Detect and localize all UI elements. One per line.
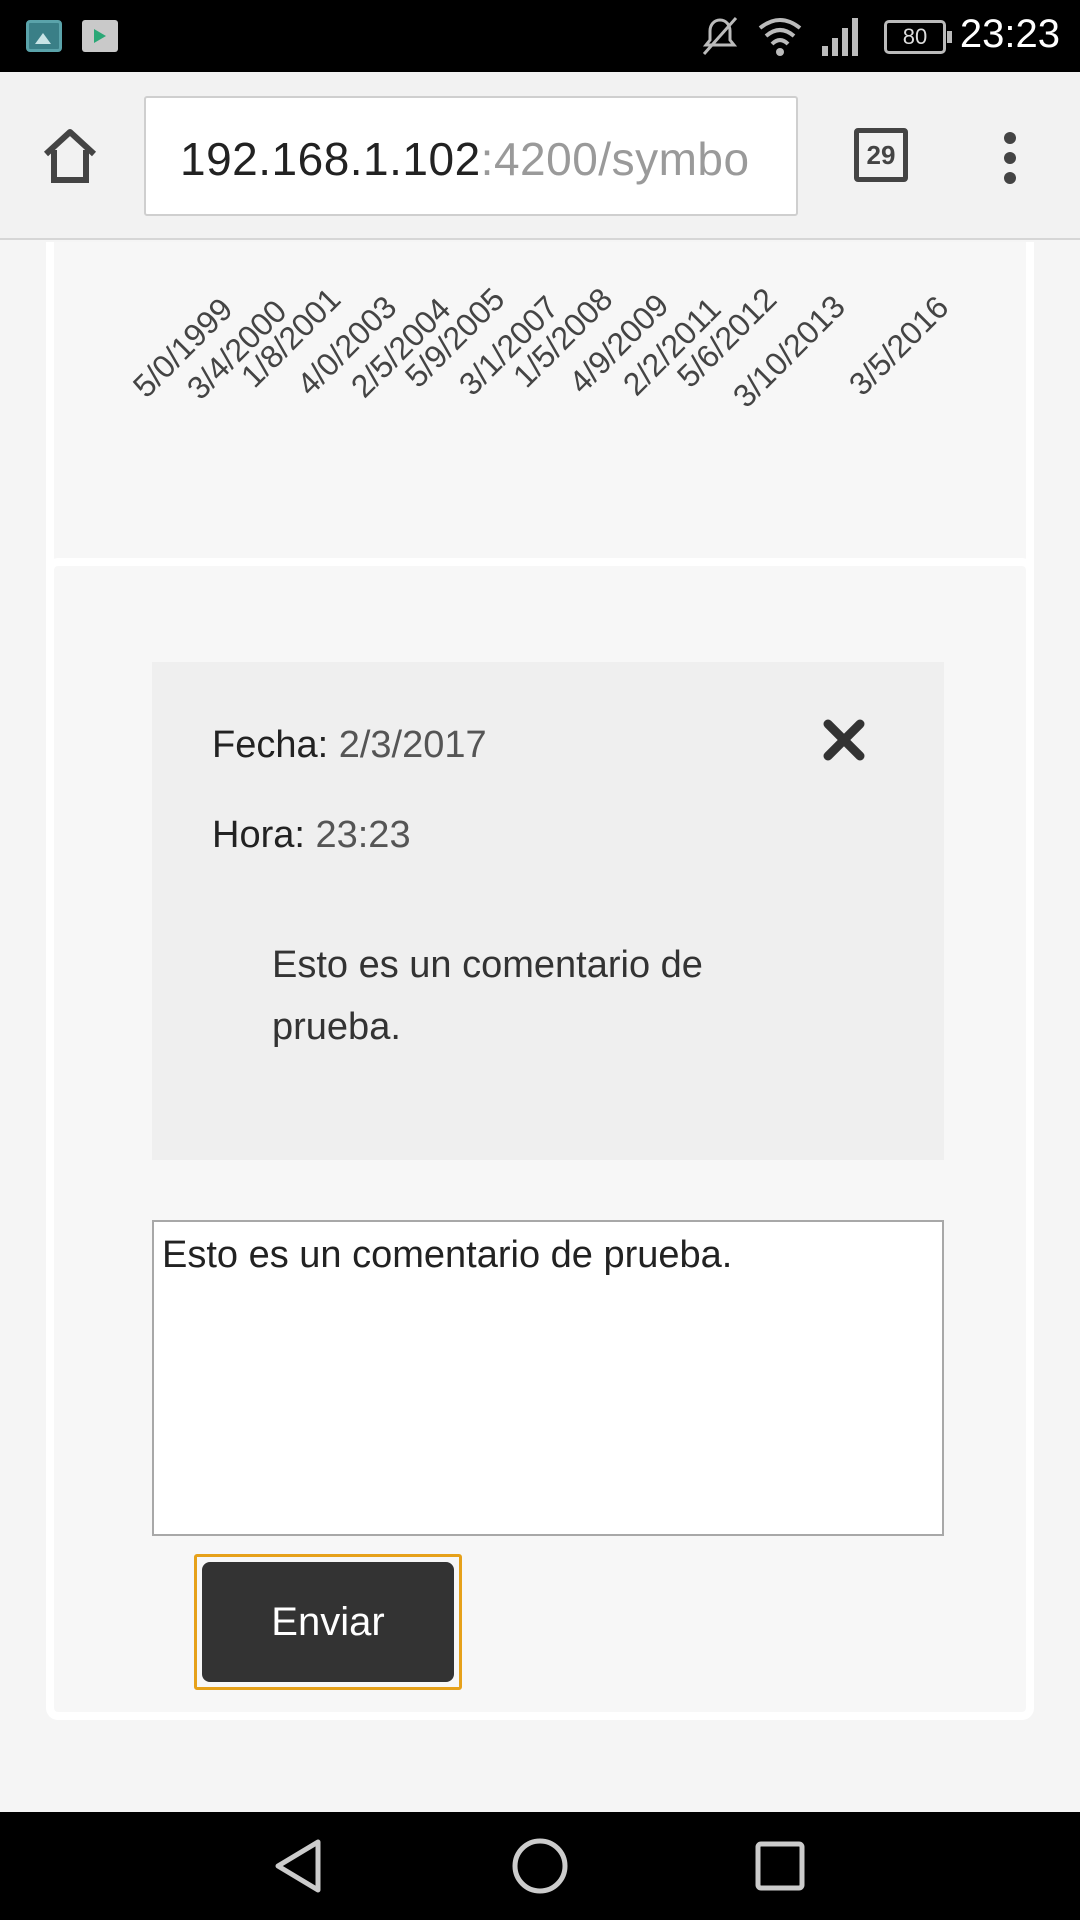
url-path: :4200/symbo	[480, 133, 750, 185]
comments-card: Fecha: 2/3/2017 Hora: 23:23 Esto es un c…	[46, 558, 1034, 1720]
address-bar[interactable]: 192.168.1.102:4200/symbo	[144, 96, 798, 216]
battery-icon: 80	[884, 20, 952, 54]
back-icon[interactable]	[270, 1836, 330, 1896]
send-button-focus-ring: Enviar	[194, 1554, 462, 1690]
play-store-icon	[82, 20, 118, 52]
send-button[interactable]: Enviar	[202, 1562, 454, 1682]
home-icon[interactable]	[38, 124, 102, 188]
time-value: 23:23	[315, 814, 411, 856]
battery-level: 80	[902, 24, 928, 49]
comment-date-row: Fecha: 2/3/2017	[212, 724, 487, 767]
page-content: 5/0/1999 3/4/2000 1/8/2001 4/0/2003 2/5/2004…	[0, 242, 1080, 1812]
wifi-icon	[758, 18, 802, 56]
gallery-icon	[26, 20, 62, 52]
time-label: Hora:	[212, 814, 305, 856]
mute-icon	[702, 17, 738, 55]
browser-toolbar: 192.168.1.102:4200/symbo 29	[0, 72, 1080, 240]
comment-textarea[interactable]: Esto es un comentario de prueba.	[152, 1220, 944, 1536]
overflow-menu-icon[interactable]	[990, 128, 1030, 188]
date-label: Fecha:	[212, 724, 329, 766]
tab-switcher-button[interactable]: 29	[854, 128, 908, 182]
url-host: 192.168.1.102	[180, 133, 481, 185]
recents-icon[interactable]	[750, 1836, 810, 1896]
status-bar: 80 23:23	[0, 0, 1080, 72]
home-circle-icon[interactable]	[510, 1836, 570, 1896]
comment-item: Fecha: 2/3/2017 Hora: 23:23 Esto es un c…	[152, 662, 944, 1160]
status-clock: 23:23	[959, 12, 1060, 56]
navigation-bar	[0, 1812, 1080, 1920]
signal-icon	[822, 18, 858, 56]
comment-text: Esto es un comentario de prueba.	[272, 944, 703, 1048]
delete-comment-icon[interactable]	[822, 718, 866, 762]
comment-time-row: Hora: 23:23	[212, 814, 411, 857]
date-value: 2/3/2017	[338, 724, 487, 766]
